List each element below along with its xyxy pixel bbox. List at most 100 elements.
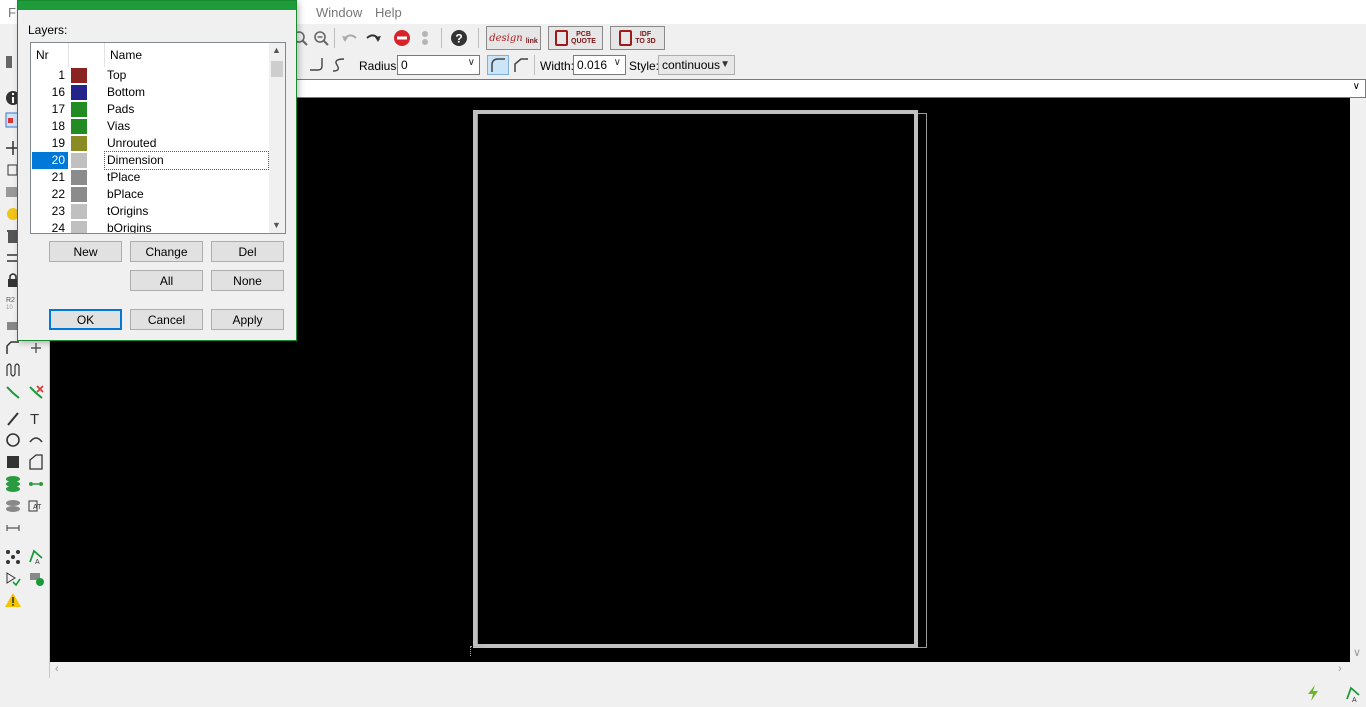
radius-label: Radius: — [359, 59, 400, 73]
layer-color-swatch[interactable] — [71, 136, 87, 151]
layer-row[interactable]: 23 tOrigins — [31, 203, 269, 220]
stop-icon[interactable] — [391, 27, 413, 49]
ok-button[interactable]: OK — [49, 309, 122, 330]
help-icon[interactable]: ? — [448, 27, 470, 49]
layer-name: Top — [107, 68, 127, 82]
layer-list-scrollbar[interactable]: ▲ ▼ — [269, 43, 285, 233]
scroll-right-arrow[interactable]: › — [1338, 663, 1342, 675]
go-icon[interactable] — [414, 27, 436, 49]
change-button[interactable]: Change — [130, 241, 203, 262]
layer-color-swatch[interactable] — [71, 170, 87, 185]
menu-file[interactable]: F — [8, 5, 16, 20]
ripup-icon[interactable] — [26, 382, 46, 402]
width-combo[interactable]: 0.016 ∨ — [573, 55, 626, 75]
idf-to-3d-icon — [619, 30, 633, 46]
dimension-icon[interactable] — [3, 518, 23, 538]
hole-icon[interactable] — [3, 496, 23, 516]
polygon-icon[interactable] — [26, 452, 46, 472]
layer-number: 22 — [51, 187, 65, 201]
layer-color-swatch[interactable] — [71, 153, 87, 168]
scrollbar-thumb[interactable] — [271, 61, 283, 77]
layer-number: 23 — [51, 204, 65, 218]
zoom-out-icon[interactable] — [310, 27, 332, 49]
idf-to-3d-button[interactable]: IDF TO 3D — [610, 26, 665, 50]
scroll-down-arrow[interactable]: ∨ — [1353, 646, 1361, 659]
scroll-left-arrow[interactable]: ‹ — [55, 663, 59, 675]
apply-button[interactable]: Apply — [211, 309, 284, 330]
layer-row[interactable]: 16 Bottom — [31, 84, 269, 101]
layer-color-swatch[interactable] — [71, 221, 87, 233]
layer-color-swatch[interactable] — [71, 68, 87, 83]
redo-icon[interactable] — [362, 27, 384, 49]
none-button[interactable]: None — [211, 270, 284, 291]
all-button[interactable]: All — [130, 270, 203, 291]
svg-text:AT: AT — [33, 504, 42, 511]
layer-row[interactable]: 17 Pads — [31, 101, 269, 118]
layer-name: tOrigins — [107, 204, 149, 218]
route-icon[interactable] — [3, 382, 23, 402]
via-icon[interactable] — [3, 474, 23, 494]
layer-color-swatch[interactable] — [71, 204, 87, 219]
menu-window[interactable]: Window — [316, 5, 362, 20]
autorouter-icon[interactable]: A — [26, 546, 46, 566]
layer-name: Unrouted — [107, 136, 157, 150]
radius-combo[interactable]: 0 ∨ — [397, 55, 480, 75]
layer-row[interactable]: 21 tPlace — [31, 169, 269, 186]
layer-color-swatch[interactable] — [71, 102, 87, 117]
layer-number: 20 — [32, 152, 68, 169]
bend-style-2-icon[interactable] — [328, 54, 350, 76]
circle-icon[interactable] — [3, 430, 23, 450]
column-header-name[interactable]: Name — [110, 48, 142, 62]
layer-row[interactable]: 18 Vias — [31, 118, 269, 135]
erc-icon[interactable] — [3, 568, 23, 588]
layer-color-swatch[interactable] — [71, 187, 87, 202]
ratsnest-icon[interactable] — [3, 546, 23, 566]
menu-help[interactable]: Help — [375, 5, 402, 20]
layer-row[interactable]: 19 Unrouted — [31, 135, 269, 152]
layer-color-swatch[interactable] — [71, 119, 87, 134]
signal-icon[interactable] — [26, 474, 46, 494]
miter-round-button[interactable] — [487, 55, 509, 75]
pcb-quote-line2: QUOTE — [571, 38, 596, 45]
lightning-icon[interactable] — [1303, 683, 1323, 703]
dialog-title-bar[interactable] — [18, 1, 296, 10]
drc-icon[interactable] — [26, 568, 46, 588]
design-link-button[interactable]: design link — [486, 26, 541, 50]
scroll-up-arrow[interactable]: ▲ — [272, 45, 281, 55]
status-bar: A — [0, 678, 1366, 707]
del-button[interactable]: Del — [211, 241, 284, 262]
meander-icon[interactable] — [3, 360, 23, 380]
chevron-down-icon: ∨ — [467, 57, 475, 68]
layer-row[interactable]: 24 bOrigins — [31, 220, 269, 234]
arc-icon[interactable] — [26, 430, 46, 450]
column-header-nr[interactable]: Nr — [36, 48, 49, 62]
wire-icon[interactable] — [3, 408, 23, 428]
layer-row[interactable]: 20 Dimension — [31, 151, 269, 170]
layer-list[interactable]: Nr Name 1 Top 16 Bottom 17 Pads 18 Vias 19 Unrout… — [30, 42, 286, 234]
scroll-down-arrow[interactable]: ▼ — [272, 220, 281, 230]
text-icon[interactable]: T — [26, 408, 46, 428]
miter-icon[interactable] — [3, 338, 23, 358]
canvas-horizontal-scrollbar[interactable]: ‹ › — [50, 662, 1350, 678]
bend-style-1-icon[interactable] — [306, 54, 328, 76]
miter-straight-button[interactable] — [510, 55, 532, 75]
undo-icon[interactable] — [339, 27, 361, 49]
rect-icon[interactable] — [3, 452, 23, 472]
layer-name: bOrigins — [107, 221, 152, 234]
new-button[interactable]: New — [49, 241, 122, 262]
attribute-icon[interactable]: AT — [26, 496, 46, 516]
svg-text:A: A — [35, 559, 40, 564]
errors-icon[interactable] — [3, 590, 23, 610]
design-link-sub: link — [525, 37, 538, 45]
layer-row[interactable]: 22 bPlace — [31, 186, 269, 203]
cancel-button[interactable]: Cancel — [130, 309, 203, 330]
autorouter-status-icon[interactable]: A — [1343, 683, 1363, 703]
layer-row[interactable]: 1 Top — [31, 67, 269, 84]
split-icon[interactable] — [26, 338, 46, 358]
canvas-vertical-scrollbar[interactable]: ∨ — [1350, 98, 1366, 662]
style-combo[interactable]: continuous ▼ — [658, 55, 735, 75]
layer-color-swatch[interactable] — [71, 85, 87, 100]
design-link-label: design — [489, 32, 523, 44]
pcb-quote-button[interactable]: PCB QUOTE — [548, 26, 603, 50]
chevron-down-icon[interactable]: ∨ — [1353, 81, 1360, 92]
